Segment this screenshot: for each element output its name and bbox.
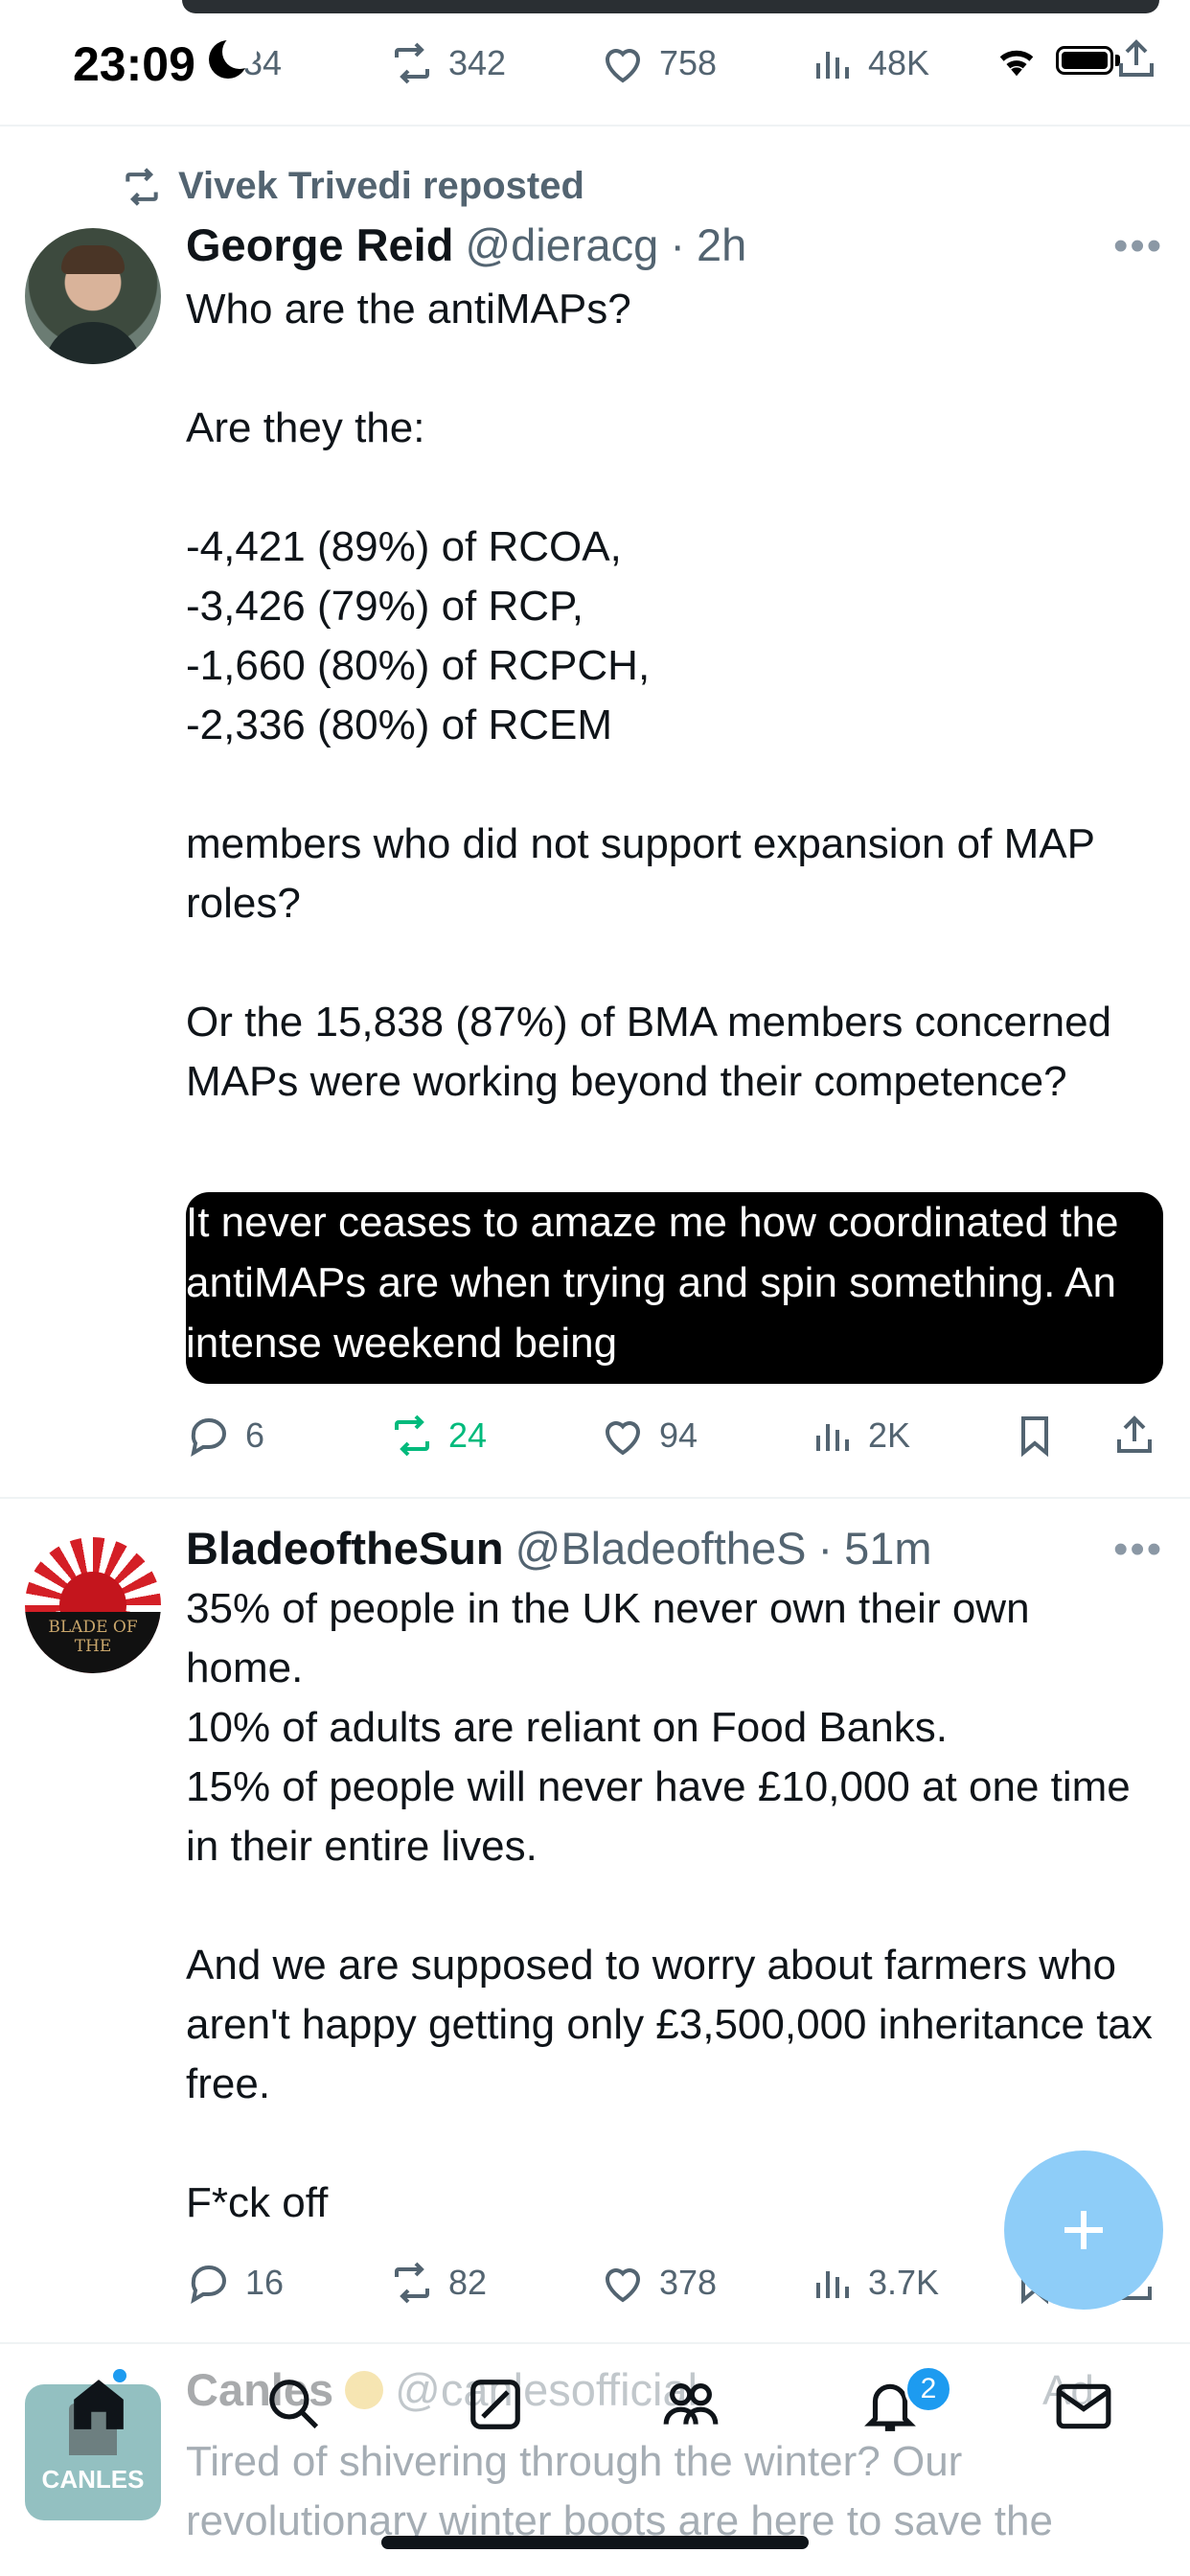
post-actions: 6 24 94 2K	[186, 1407, 1163, 1464]
views-icon	[816, 2271, 849, 2298]
reply-button[interactable]: 16	[186, 2254, 284, 2312]
quoted-post-text: It never ceases to amaze me how coordina…	[186, 1199, 1119, 1367]
battery-icon	[1056, 46, 1113, 75]
reply-button[interactable]: 6	[186, 1407, 264, 1464]
author-handle[interactable]: @BladeoftheS	[515, 1522, 807, 1575]
plus-icon	[1064, 2211, 1103, 2249]
post-header: George Reid @dieracg · 2h	[186, 218, 746, 271]
status-time: 23:09	[73, 37, 195, 91]
avatar[interactable]	[25, 228, 161, 364]
heart-icon	[605, 1421, 641, 1456]
views-button[interactable]: 2K	[809, 1407, 910, 1464]
home-indicator	[381, 2536, 809, 2549]
share-icon[interactable]	[1113, 36, 1159, 82]
focus-moon-icon-cut	[222, 34, 257, 69]
reply-count: 16	[245, 2263, 285, 2302]
avatar-text: BLADE OF THE	[48, 1618, 138, 1656]
repost-count: 82	[448, 2263, 488, 2302]
like-button[interactable]: 378	[600, 2254, 717, 2312]
wifi-icon	[999, 50, 1034, 77]
bookmark-icon	[1021, 1416, 1048, 1458]
separator: ·	[670, 219, 685, 270]
post-text: 35% of people in the UK never own their …	[186, 1585, 1153, 2226]
heart-icon	[605, 2268, 641, 2303]
reply-count: 6	[245, 1415, 265, 1455]
separator: ·	[817, 1523, 834, 1574]
quoted-post[interactable]: It never ceases to amaze me how coordina…	[186, 1192, 1163, 1384]
notification-count-badge: 2	[904, 2365, 952, 2413]
compose-button[interactable]	[1004, 2150, 1163, 2310]
views-count: 2K	[868, 1415, 911, 1455]
repost-label: Vivek Trivedi reposted	[178, 165, 584, 207]
repost-icon	[395, 1414, 429, 1457]
reply-icon	[191, 2265, 226, 2305]
repost-button[interactable]: 82	[389, 2254, 487, 2312]
reply-icon	[191, 1417, 226, 1458]
share-icon	[1117, 1415, 1152, 1453]
like-count: 94	[659, 1415, 698, 1455]
more-options-icon[interactable]: •••	[1113, 222, 1163, 270]
repost-button[interactable]: 24	[389, 1407, 487, 1464]
grok-icon[interactable]	[466, 2375, 525, 2434]
like-button[interactable]: 94	[600, 1407, 698, 1464]
post-george-reid[interactable]: Vivek Trivedi reposted George Reid @dier…	[0, 126, 1190, 1497]
post-time[interactable]: 51m	[844, 1522, 931, 1575]
post-text: Who are the antiMAPs? Are they the: -4,4…	[186, 286, 1112, 1105]
views-count: 3.7K	[868, 2263, 940, 2302]
repost-icon	[126, 167, 158, 206]
repost-icon	[395, 2262, 429, 2304]
home-unread-dot	[113, 2369, 126, 2382]
repost-count: 24	[448, 1415, 488, 1455]
bottom-nav: 2	[0, 2350, 1190, 2576]
views-icon	[816, 1424, 849, 1451]
bookmark-button[interactable]	[1012, 1407, 1058, 1464]
home-icon[interactable]	[69, 2375, 128, 2434]
status-bar: 23:09	[0, 0, 1190, 125]
post-time[interactable]: 2h	[697, 218, 746, 271]
views-button[interactable]: 3.7K	[809, 2254, 939, 2312]
avatar[interactable]: BLADE OF THE	[25, 1537, 161, 1673]
author-handle[interactable]: @dieracg	[465, 218, 658, 271]
share-button[interactable]	[1111, 1407, 1157, 1464]
post-header: BladeoftheSun @BladeoftheS · 51m	[186, 1522, 932, 1575]
more-options-icon[interactable]: •••	[1113, 1526, 1163, 1574]
search-icon[interactable]	[264, 2375, 324, 2434]
messages-icon[interactable]	[1054, 2377, 1113, 2436]
like-count: 378	[659, 2263, 718, 2302]
repost-indicator: Vivek Trivedi reposted	[121, 165, 584, 208]
communities-icon[interactable]	[661, 2375, 721, 2434]
author-name[interactable]: BladeoftheSun	[186, 1522, 504, 1575]
author-name[interactable]: George Reid	[186, 218, 453, 271]
